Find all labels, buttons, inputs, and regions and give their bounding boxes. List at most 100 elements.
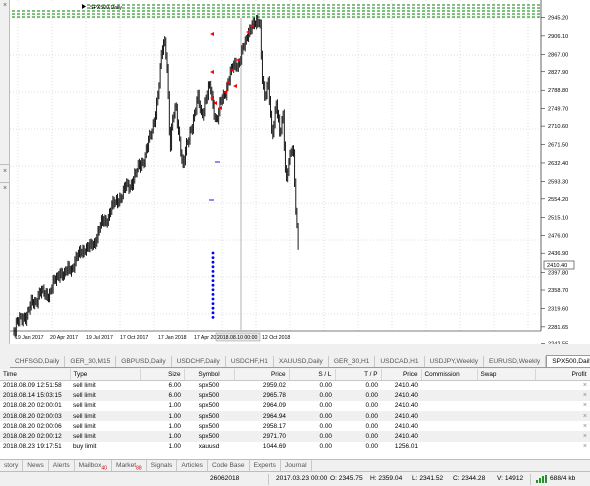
buy-order-marker xyxy=(211,279,215,282)
chart-tab[interactable]: XAUUSD,Daily xyxy=(274,356,329,367)
order-cell: 1044.69 xyxy=(234,441,289,453)
terminal-tab-label: Articles xyxy=(181,462,203,469)
close-icon[interactable]: × xyxy=(583,423,587,430)
chart-tab[interactable]: GER_30,H1 xyxy=(329,356,376,367)
close-icon[interactable]: × xyxy=(583,392,587,399)
order-cell xyxy=(421,421,477,432)
order-cell: 2018.08.20 02:00:12 xyxy=(0,431,70,442)
order-cell: 0.00 xyxy=(289,410,335,422)
order-cell xyxy=(421,380,477,391)
close-icon[interactable]: × xyxy=(1,185,9,193)
orders-column-header[interactable]: Size xyxy=(140,369,185,381)
order-cell: 2410.40 xyxy=(381,421,421,432)
order-cell: spx500 xyxy=(184,421,234,432)
order-row[interactable]: 2018.08.20 02:00:03 sell limit 1.00 spx500 2… xyxy=(0,410,590,422)
terminal-tab[interactable]: Signals xyxy=(147,460,178,471)
chart-tab[interactable]: SPX500,Daily xyxy=(546,355,590,367)
order-cell: × xyxy=(535,441,590,453)
price-chart[interactable]: SPX500,Daily 2945.20 2906.10 2867.00 2827.9… xyxy=(10,0,590,344)
order-row[interactable]: 2018.08.20 02:00:12 sell limit 1.00 spx500 2… xyxy=(0,431,590,442)
close-icon[interactable]: × xyxy=(1,2,9,10)
orders-header-row: Time Type Size Symbol Price S / LT / P Price Co… xyxy=(0,369,590,381)
order-cell: 1.00 xyxy=(140,421,184,432)
price-tick-label: 2319.60 xyxy=(548,306,568,312)
order-cell: 2964.94 xyxy=(234,410,289,422)
terminal-tab[interactable]: Market88 xyxy=(112,460,147,471)
terminal-tab[interactable]: story xyxy=(0,460,24,471)
order-cell: 0.00 xyxy=(289,400,335,411)
terminal-tab[interactable]: Alerts xyxy=(49,460,75,471)
terminal-tab[interactable]: Code Base xyxy=(208,460,250,471)
order-cell: × xyxy=(535,400,590,411)
chart-tab[interactable]: USDJPY,Weekly xyxy=(425,356,485,367)
order-cell: × xyxy=(535,390,590,401)
order-row[interactable]: 2018.08.20 02:00:06 sell limit 1.00 spx500 2… xyxy=(0,421,590,432)
terminal-tab-label: Signals xyxy=(150,462,173,469)
buy-order-marker xyxy=(211,260,215,264)
symbol-label-bg xyxy=(10,3,85,10)
order-cell: × xyxy=(535,380,590,391)
order-cell: 0.00 xyxy=(335,400,381,411)
orders-column-header[interactable]: Swap xyxy=(477,369,536,381)
terminal-tab-label: Market xyxy=(115,462,137,469)
orders-column-header[interactable]: Price xyxy=(234,369,290,381)
order-cell: 1.00 xyxy=(140,400,184,411)
terminal-tab-label: Alerts xyxy=(52,462,70,469)
close-icon[interactable]: × xyxy=(583,402,587,409)
chart-tab[interactable]: EURUSD,Weekly xyxy=(484,356,547,367)
order-row[interactable]: 2018.08.23 19:17:51 buy limit 1.00 xauusd 10… xyxy=(0,441,590,453)
orders-column-header[interactable]: Commission xyxy=(421,369,478,381)
metatrader-window: × × × SPX500,Daily 2945.20 2906.10 2867.00… xyxy=(0,0,590,486)
order-cell: 1.00 xyxy=(140,410,184,422)
order-cell xyxy=(477,441,535,453)
chart-tab[interactable]: CHFSGD,Daily xyxy=(10,356,66,367)
orders-column-header[interactable]: Type xyxy=(70,369,141,381)
order-cell xyxy=(421,410,477,422)
close-icon[interactable]: × xyxy=(1,168,9,176)
chart-tab[interactable]: USDCHF,H1 xyxy=(226,356,274,367)
buy-order-marker xyxy=(211,311,215,315)
terminal-tab[interactable]: Articles xyxy=(177,460,208,471)
order-cell: × xyxy=(535,431,590,442)
price-tick-label: 2242.55 xyxy=(548,341,568,344)
chart-tab[interactable]: USDCHF,Daily xyxy=(172,356,226,367)
order-cell xyxy=(477,400,535,411)
order-cell: 2965.78 xyxy=(234,390,289,401)
orders-column-header[interactable]: Time xyxy=(0,369,71,381)
price-tick-label: 2515.10 xyxy=(548,215,568,221)
terminal-tab-bar: story News Alerts Mailbox40 Market88 Signals A… xyxy=(0,459,590,471)
order-row[interactable]: 2018.08.09 12:51:58 sell limit 6.00 spx500 2… xyxy=(0,380,590,391)
orders-column-header[interactable]: Profit xyxy=(535,369,590,381)
close-icon[interactable]: × xyxy=(583,443,587,450)
orders-column-header[interactable]: Symbol xyxy=(184,369,235,381)
terminal-tab-label: Journal xyxy=(284,462,307,469)
buy-order-marker xyxy=(211,283,215,287)
order-cell: 2018.08.20 02:00:03 xyxy=(0,410,70,422)
order-row[interactable]: 2018.08.20 02:00:01 sell limit 1.00 spx500 2… xyxy=(0,400,590,411)
order-row[interactable]: 2018.08.14 15:03:15 sell limit 6.00 spx500 2… xyxy=(0,390,590,401)
chart-background xyxy=(10,0,590,344)
strip-divider xyxy=(0,182,10,183)
orders-column-header[interactable]: Price xyxy=(381,369,422,381)
price-tick-label: 2671.50 xyxy=(548,143,568,149)
orders-column-header[interactable]: S / L xyxy=(289,369,336,381)
price-tick-label: 2867.00 xyxy=(548,52,568,58)
chart-tab[interactable]: GER_30,M15 xyxy=(65,356,117,367)
order-cell: 0.00 xyxy=(289,441,335,453)
terminal-tab[interactable]: Mailbox40 xyxy=(75,460,112,471)
order-cell: 0.00 xyxy=(335,421,381,432)
order-cell: 1.00 xyxy=(140,441,184,453)
close-icon[interactable]: × xyxy=(583,433,587,440)
orders-column-header[interactable]: T / P xyxy=(335,369,382,381)
status-low: L: 2341.52 xyxy=(412,475,444,482)
terminal-tab[interactable]: Journal xyxy=(281,460,312,471)
chart-tab[interactable]: USDCAD,H1 xyxy=(375,356,425,367)
close-icon[interactable]: × xyxy=(583,382,587,389)
terminal-tab[interactable]: News xyxy=(23,460,49,471)
order-cell: 2018.08.20 02:00:01 xyxy=(0,400,70,411)
chart-tab[interactable]: GBPUSD,Daily xyxy=(116,356,172,367)
crosshair-date-label: 2018.08.10 00:00 xyxy=(217,335,258,341)
close-icon[interactable]: × xyxy=(583,413,587,420)
chart-canvas[interactable]: SPX500,Daily 2945.20 2906.10 2867.00 2827.9… xyxy=(10,0,590,344)
terminal-tab[interactable]: Experts xyxy=(250,460,281,471)
